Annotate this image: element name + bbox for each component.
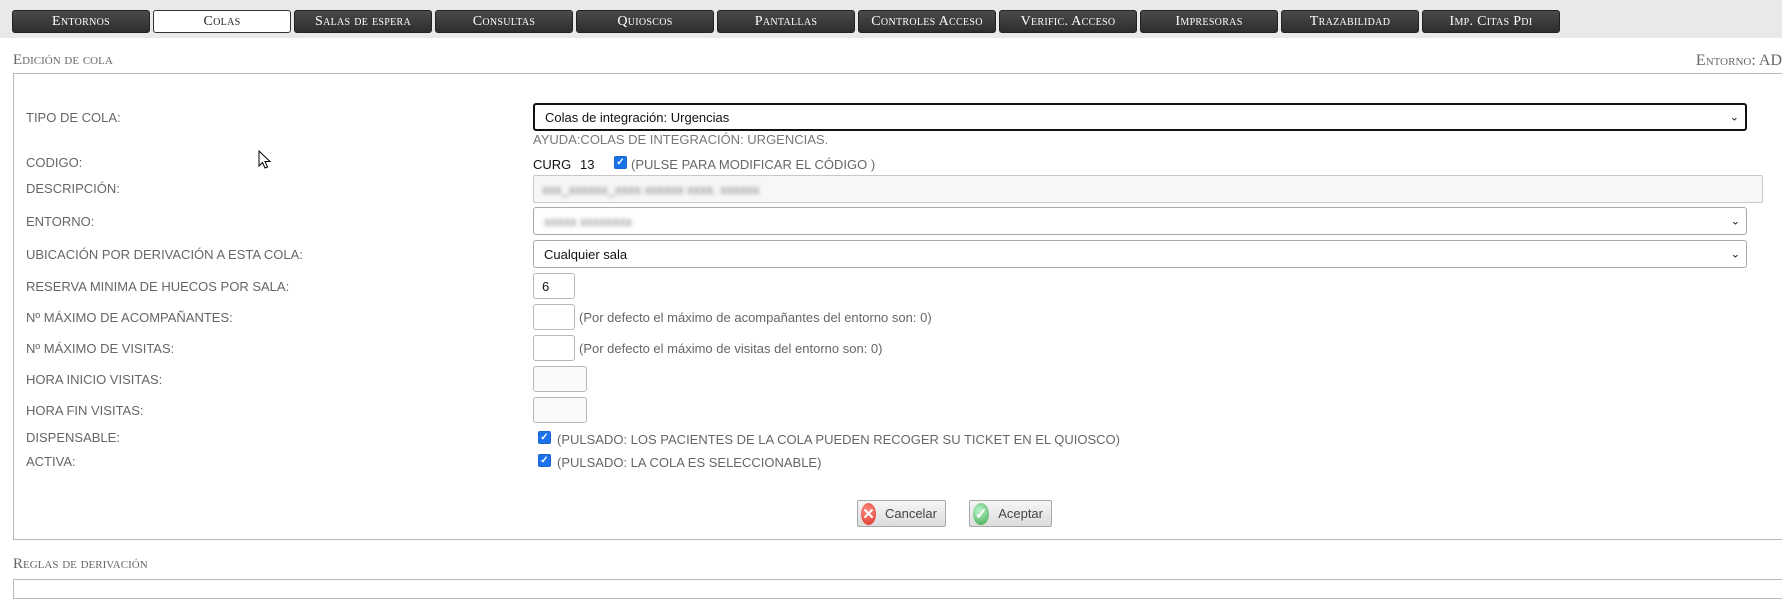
activa-hint: (PULSADO: LA COLA ES SELECCIONABLE)	[557, 455, 822, 470]
max-visitas-label: Nº MÁXIMO DE VISITAS:	[26, 341, 175, 356]
tab-consultas[interactable]: Consultas	[435, 10, 573, 33]
descripcion-input[interactable]: xxx_xxxxxx_xxxx xxxxxx xxxx. xxxxxx	[533, 175, 1763, 203]
hora-fin-input[interactable]	[533, 397, 587, 423]
max-visitas-input[interactable]	[533, 335, 575, 361]
activa-checkbox[interactable]: ✓	[538, 454, 551, 467]
accept-button-label: Aceptar	[998, 506, 1043, 521]
hora-inicio-input[interactable]	[533, 366, 587, 392]
max-visitas-hint: (Por defecto el máximo de visitas del en…	[579, 341, 883, 356]
hora-inicio-label: HORA INICIO VISITAS:	[26, 372, 163, 387]
tab-impresoras[interactable]: Impresoras	[1140, 10, 1278, 33]
cancel-button[interactable]: ✕ Cancelar	[857, 500, 946, 527]
max-acompanantes-hint: (Por defecto el máximo de acompañantes d…	[579, 310, 932, 325]
rules-panel	[13, 579, 1782, 599]
max-acompanantes-label: Nº MÁXIMO DE ACOMPAÑANTES:	[26, 310, 233, 325]
section-title: Edición de cola	[13, 52, 113, 68]
help-text: AYUDA:COLAS DE INTEGRACIÓN: URGENCIAS.	[533, 132, 829, 147]
codigo-number: 13	[580, 157, 595, 172]
tab-colas[interactable]: Colas	[153, 10, 291, 33]
tipo-cola-value: Colas de integración: Urgencias	[545, 109, 730, 125]
tab-salas-de-espera[interactable]: Salas de espera	[294, 10, 432, 33]
chevron-down-icon: ⌄	[1730, 215, 1740, 228]
codigo-hint: (PULSE PARA MODIFICAR EL CÓDIGO )	[631, 157, 876, 172]
check-circle-icon: ✓	[973, 502, 990, 525]
reserva-label: RESERVA MINIMA DE HUECOS POR SALA:	[26, 279, 290, 294]
entorno-value: xxxxx xxxxxxxx	[544, 213, 633, 229]
tipo-cola-label: TIPO DE COLA:	[26, 110, 121, 125]
tipo-cola-select[interactable]: Colas de integración: Urgencias ⌄	[533, 103, 1747, 131]
tab-trazabilidad[interactable]: Trazabilidad	[1281, 10, 1419, 33]
ubicacion-value: Cualquier sala	[544, 246, 628, 262]
dispensable-hint: (PULSADO: LOS PACIENTES DE LA COLA PUEDE…	[557, 432, 1120, 447]
tab-verific-acceso[interactable]: Verific. Acceso	[999, 10, 1137, 33]
tab-pantallas[interactable]: Pantallas	[717, 10, 855, 33]
chevron-down-icon: ⌄	[1729, 111, 1739, 124]
dispensable-checkbox[interactable]: ✓	[538, 431, 551, 444]
max-acompanantes-input[interactable]	[533, 304, 575, 330]
tab-quioscos[interactable]: Quioscos	[576, 10, 714, 33]
rules-section-title: Reglas de derivación	[13, 556, 148, 572]
tab-bar: Entornos Colas Salas de espera Consultas…	[0, 0, 1782, 38]
descripcion-label: DESCRIPCIÓN:	[26, 181, 120, 196]
codigo-label: CODIGO:	[26, 155, 83, 170]
codigo-checkbox[interactable]: ✓	[614, 156, 627, 169]
tab-entornos[interactable]: Entornos	[12, 10, 150, 33]
accept-button[interactable]: ✓ Aceptar	[969, 500, 1052, 527]
dispensable-label: DISPENSABLE:	[26, 430, 120, 445]
ubicacion-label: UBICACIÓN POR DERIVACIÓN A ESTA COLA:	[26, 247, 303, 262]
hora-fin-label: HORA FIN VISITAS:	[26, 403, 144, 418]
ubicacion-select[interactable]: Cualquier sala ⌄	[533, 240, 1747, 268]
descripcion-value: xxx_xxxxxx_xxxx xxxxxx xxxx. xxxxxx	[542, 181, 760, 197]
entorno-select[interactable]: xxxxx xxxxxxxx ⌄	[533, 207, 1747, 235]
tab-imp-citas-pdi[interactable]: Imp. Citas Pdi	[1422, 10, 1560, 33]
reserva-value: 6	[542, 278, 550, 294]
activa-label: ACTIVA:	[26, 454, 76, 469]
form-panel	[13, 73, 1782, 540]
environment-label: Entorno: AD	[1695, 52, 1782, 69]
x-circle-icon: ✕	[861, 502, 876, 525]
mouse-cursor-icon	[258, 150, 272, 169]
codigo-prefix: CURG	[533, 157, 572, 172]
entorno-label: ENTORNO:	[26, 214, 95, 229]
chevron-down-icon: ⌄	[1730, 248, 1740, 261]
tab-controles-acceso[interactable]: Controles Acceso	[858, 10, 996, 33]
reserva-input[interactable]: 6	[533, 273, 575, 299]
cancel-button-label: Cancelar	[884, 506, 937, 521]
